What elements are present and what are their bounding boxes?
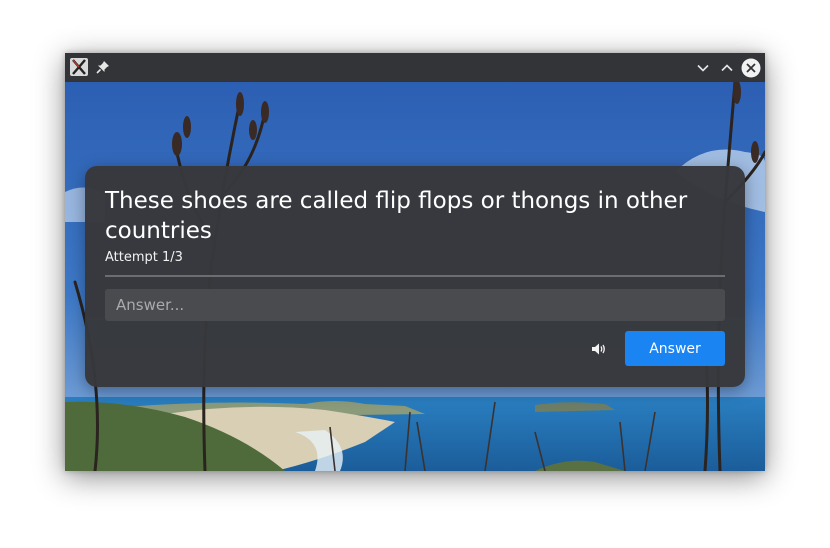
app-window: These shoes are called flip flops or tho… — [65, 53, 765, 471]
x-app-icon — [70, 58, 88, 76]
minimize-button[interactable] — [693, 58, 713, 78]
maximize-button[interactable] — [717, 58, 737, 78]
attempt-counter: Attempt 1/3 — [105, 250, 183, 265]
chevron-up-icon — [721, 64, 733, 72]
window-titlebar[interactable] — [65, 53, 765, 82]
answer-button[interactable]: Answer — [625, 331, 725, 366]
pin-icon[interactable] — [96, 60, 110, 74]
close-icon — [741, 58, 761, 78]
answer-input[interactable] — [105, 289, 725, 321]
quiz-dialog: These shoes are called flip flops or tho… — [85, 166, 745, 387]
close-button[interactable] — [741, 58, 761, 78]
speaker-button[interactable] — [588, 340, 610, 358]
chevron-down-icon — [697, 64, 709, 72]
question-text: These shoes are called flip flops or tho… — [105, 188, 688, 244]
speaker-icon — [592, 343, 605, 355]
divider — [105, 275, 725, 277]
